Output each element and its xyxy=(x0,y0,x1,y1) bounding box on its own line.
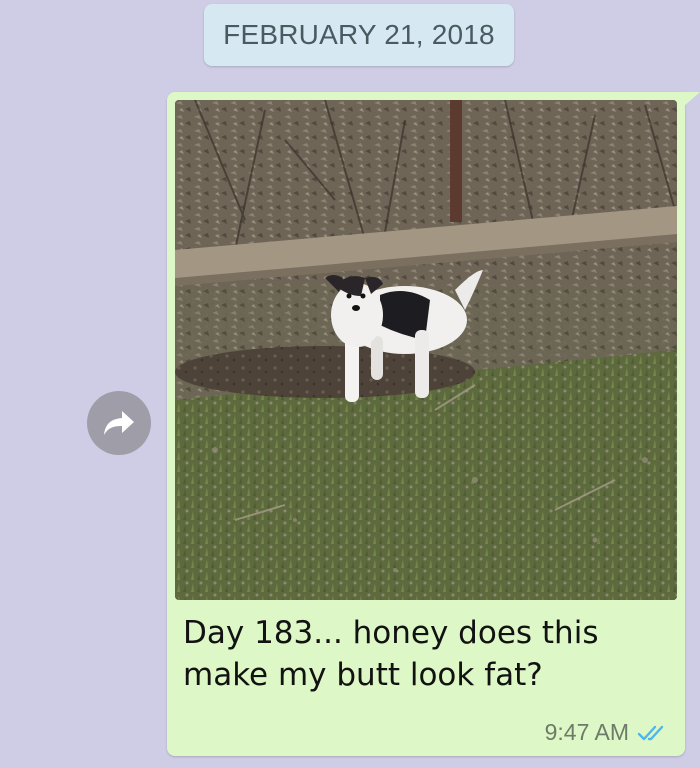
message-timestamp: 9:47 AM xyxy=(544,719,629,745)
caption-line-1: Day 183... honey does this xyxy=(183,615,599,651)
message-bubble[interactable]: Day 183... honey does this make my butt … xyxy=(167,92,700,756)
message-photo[interactable] xyxy=(175,100,677,600)
dog-in-yard-photo xyxy=(175,100,677,600)
forward-arrow-icon xyxy=(104,411,134,435)
forward-button[interactable] xyxy=(87,391,151,455)
message-caption: Day 183... honey does this make my butt … xyxy=(183,612,663,696)
date-separator-label: FEBRUARY 21, 2018 xyxy=(223,19,495,50)
caption-line-2: make my butt look fat? xyxy=(183,657,543,693)
date-separator: FEBRUARY 21, 2018 xyxy=(204,4,514,66)
bubble-tail xyxy=(684,92,700,106)
message-meta: 9:47 AM xyxy=(545,719,671,746)
read-double-check-icon xyxy=(637,725,664,740)
